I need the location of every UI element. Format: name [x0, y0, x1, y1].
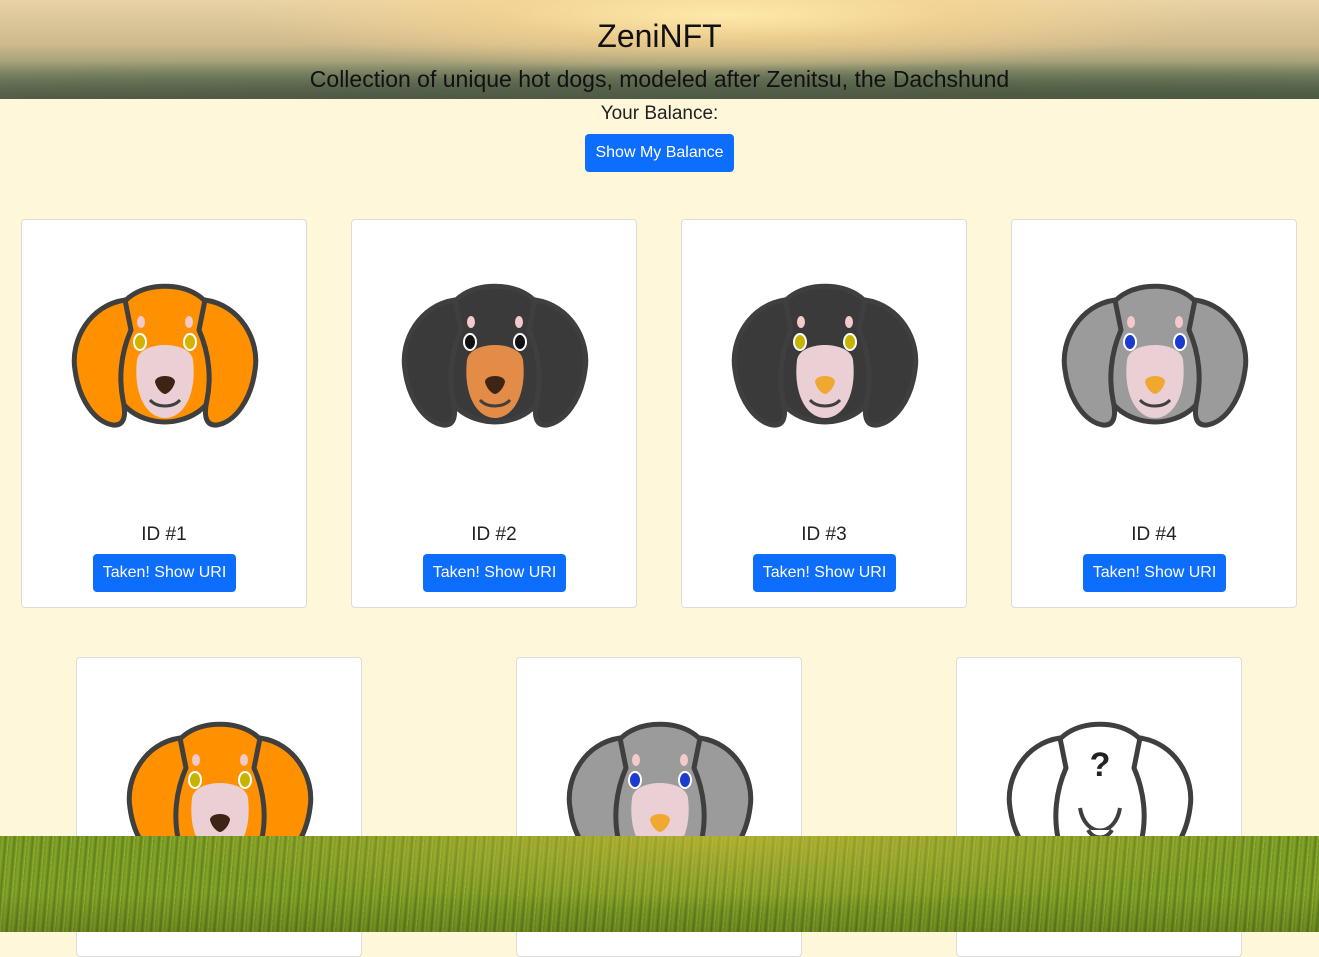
black-tan-dachshund-icon — [392, 260, 598, 450]
orange-dachshund-icon — [62, 260, 268, 450]
nft-card: ID #3 Taken! Show URI — [681, 219, 967, 608]
nft-id-label: ID #3 — [801, 524, 847, 545]
nft-id-label: ID #4 — [1131, 524, 1177, 545]
mystery-mark: ? — [1090, 746, 1111, 784]
nft-card: ID #1 Taken! Show URI — [21, 219, 307, 608]
show-balance-button[interactable]: Show My Balance — [585, 134, 734, 172]
page-title: ZeniNFT — [597, 18, 722, 54]
show-uri-button[interactable]: Taken! Show URI — [423, 554, 566, 592]
page-subtitle: Collection of unique hot dogs, modeled a… — [309, 66, 1010, 92]
balance-label: Your Balance: — [600, 103, 719, 124]
grey-dachshund-icon — [1052, 260, 1258, 450]
show-uri-button[interactable]: Taken! Show URI — [1083, 554, 1226, 592]
nft-id-label: ID #1 — [141, 524, 187, 545]
show-uri-button[interactable]: Taken! Show URI — [753, 554, 896, 592]
nft-card: ID #2 Taken! Show URI — [351, 219, 637, 608]
grass-footer — [0, 836, 1319, 932]
black-dachshund-icon — [722, 260, 928, 450]
nft-card: ID #4 Taken! Show URI — [1011, 219, 1297, 608]
show-uri-button[interactable]: Taken! Show URI — [93, 554, 236, 592]
nft-id-label: ID #2 — [471, 524, 517, 545]
